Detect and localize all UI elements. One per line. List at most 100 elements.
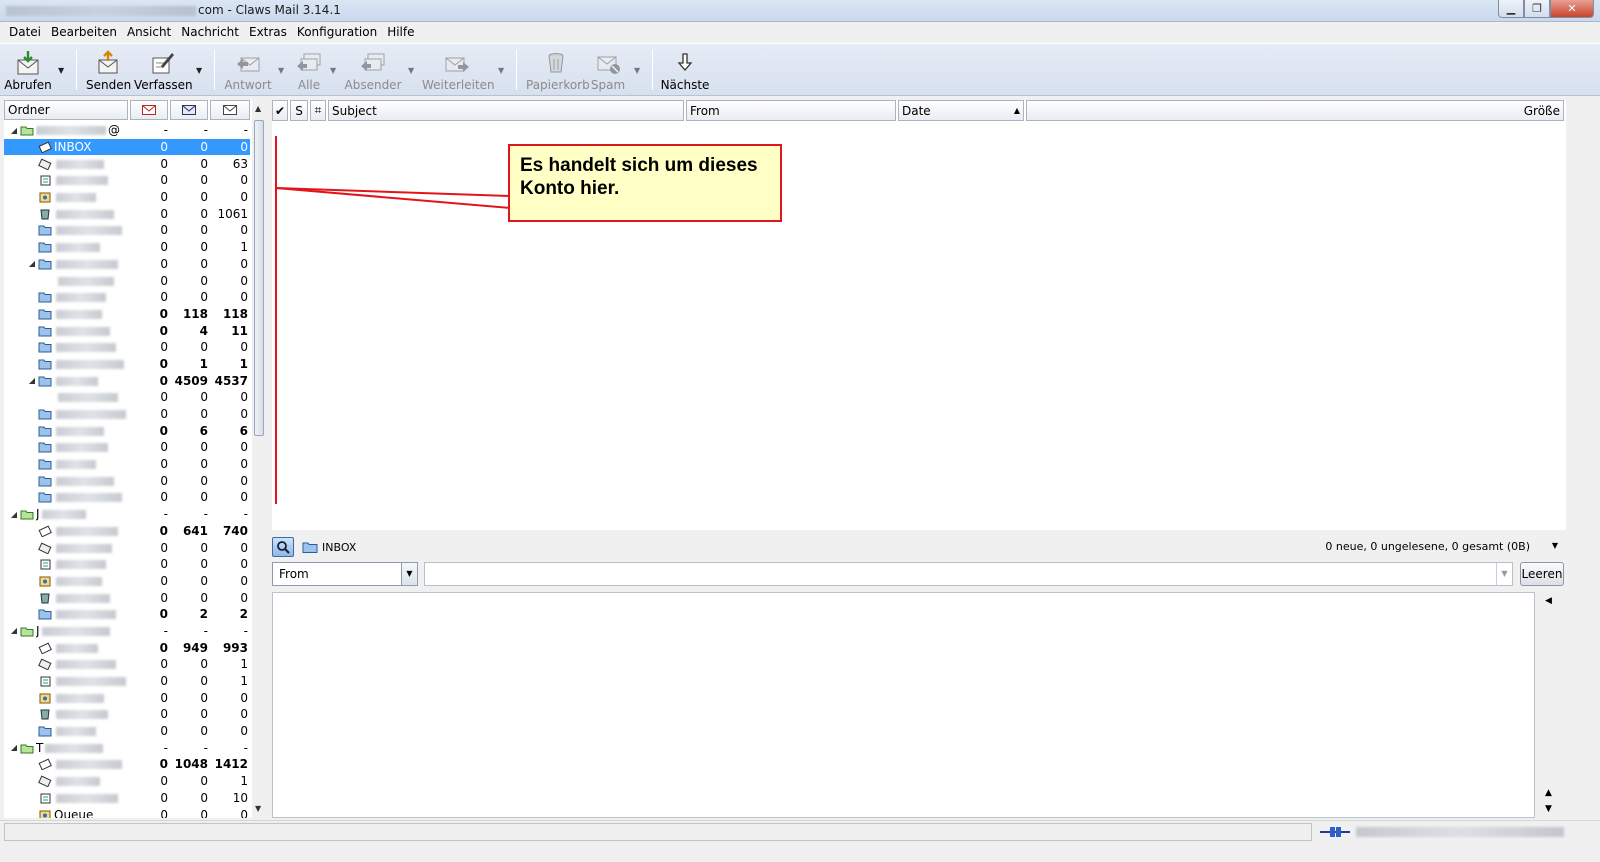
spam-button[interactable]: Spam bbox=[590, 48, 626, 94]
chevron-down-icon[interactable]: ▼ bbox=[401, 563, 417, 585]
message-view[interactable] bbox=[272, 592, 1535, 818]
alle-dropdown-icon[interactable]: ▼ bbox=[330, 66, 336, 75]
folder-row[interactable]: 0 2 2 bbox=[4, 606, 250, 623]
expander-triangle-icon[interactable]: ◢ bbox=[26, 259, 38, 268]
expander-triangle-icon[interactable]: ◢ bbox=[26, 376, 38, 385]
folder-scroll-thumb[interactable] bbox=[254, 120, 264, 436]
folder-header-unread[interactable] bbox=[170, 100, 208, 120]
folder-row[interactable]: Queue 0 0 0 bbox=[4, 806, 250, 818]
search-type-select[interactable]: From ▼ bbox=[272, 562, 418, 586]
close-button[interactable]: ✕ bbox=[1550, 0, 1594, 18]
abrufen-dropdown-icon[interactable]: ▼ bbox=[58, 66, 64, 75]
clear-button[interactable]: Leeren bbox=[1520, 562, 1564, 586]
papierkorb-button[interactable]: Papierkorb bbox=[526, 48, 590, 94]
folder-row[interactable]: 0 0 0 bbox=[4, 456, 250, 473]
folder-row[interactable]: 0 0 0 bbox=[4, 172, 250, 189]
folder-row[interactable]: 0 0 0 bbox=[4, 406, 250, 423]
absender-dropdown-icon[interactable]: ▼ bbox=[408, 66, 414, 75]
col-size[interactable]: Größe bbox=[1026, 100, 1564, 121]
folder-row[interactable]: 0 0 0 bbox=[4, 539, 250, 556]
menu-datei[interactable]: Datei bbox=[4, 25, 46, 39]
folder-scrollbar[interactable]: ▲ ▼ bbox=[252, 100, 266, 818]
verfassen-dropdown-icon[interactable]: ▼ bbox=[196, 66, 202, 75]
minimize-button[interactable]: ▁ bbox=[1498, 0, 1524, 18]
spam-dropdown-icon[interactable]: ▼ bbox=[634, 66, 640, 75]
menu-ansicht[interactable]: Ansicht bbox=[122, 25, 176, 39]
folder-row[interactable]: 0 1048 1412 bbox=[4, 756, 250, 773]
folder-row[interactable]: 0 0 0 bbox=[4, 706, 250, 723]
folder-row[interactable]: 0 6 6 bbox=[4, 422, 250, 439]
folder-row[interactable]: 0 0 0 bbox=[4, 189, 250, 206]
senden-button[interactable]: Senden bbox=[86, 48, 131, 94]
folder-row[interactable]: 0 0 0 bbox=[4, 573, 250, 590]
folder-row[interactable]: INBOX 0 0 0 bbox=[4, 138, 250, 156]
account-row[interactable]: ◢ J - - - bbox=[4, 506, 250, 523]
folder-tree[interactable]: Ordner ◢ @ - - - INBOX 0 0 0 0 0 63 0 0 0 0 0 0 0 0 1061 0 0 0 0… bbox=[4, 100, 266, 818]
chevron-down-icon[interactable]: ▼ bbox=[1552, 541, 1558, 550]
menu-hilfe[interactable]: Hilfe bbox=[382, 25, 419, 39]
antwort-dropdown-icon[interactable]: ▼ bbox=[278, 66, 284, 75]
menu-nachricht[interactable]: Nachricht bbox=[176, 25, 244, 39]
online-connection-icon[interactable] bbox=[1320, 825, 1350, 839]
folder-row[interactable]: 0 0 0 bbox=[4, 556, 250, 573]
alle-button[interactable]: Alle bbox=[292, 48, 326, 94]
expander-triangle-icon[interactable]: ◢ bbox=[8, 743, 20, 752]
folder-row[interactable]: ◢ 0 0 0 bbox=[4, 256, 250, 273]
col-status[interactable]: S bbox=[290, 100, 308, 121]
folder-row[interactable]: 0 0 0 bbox=[4, 339, 250, 356]
col-subject[interactable]: Subject bbox=[328, 100, 684, 121]
folder-header-new[interactable] bbox=[130, 100, 168, 120]
folder-row[interactable]: 0 0 0 bbox=[4, 589, 250, 606]
abrufen-button[interactable]: Abrufen bbox=[4, 48, 52, 94]
account-row[interactable]: ◢ @ - - - bbox=[4, 122, 250, 139]
folder-row[interactable]: 0 0 10 bbox=[4, 790, 250, 807]
account-row[interactable]: ◢ T - - - bbox=[4, 739, 250, 756]
verfassen-button[interactable]: Verfassen bbox=[134, 48, 193, 94]
folder-row[interactable]: 0 0 0 bbox=[4, 489, 250, 506]
folder-row[interactable]: 0 0 1 bbox=[4, 673, 250, 690]
folder-row[interactable]: 0 0 1 bbox=[4, 656, 250, 673]
message-view-scrollbar[interactable]: ◀ ▲ ▼ bbox=[1540, 592, 1558, 818]
folder-row[interactable]: 0 0 0 bbox=[4, 289, 250, 306]
menu-extras[interactable]: Extras bbox=[244, 25, 292, 39]
folder-row[interactable]: 0 0 1061 bbox=[4, 205, 250, 222]
collapse-arrow-icon[interactable]: ◀ bbox=[1545, 596, 1552, 606]
expander-triangle-icon[interactable]: ◢ bbox=[8, 510, 20, 519]
account-row[interactable]: ◢ J - - - bbox=[4, 623, 250, 640]
menu-konfiguration[interactable]: Konfiguration bbox=[292, 25, 382, 39]
antwort-button[interactable]: Antwort bbox=[222, 48, 274, 94]
folder-header-ordner[interactable]: Ordner bbox=[4, 100, 128, 120]
expander-triangle-icon[interactable]: ◢ bbox=[8, 126, 20, 135]
folder-row[interactable]: 0 0 0 bbox=[4, 222, 250, 239]
restore-button[interactable]: ❐ bbox=[1524, 0, 1550, 18]
menu-bearbeiten[interactable]: Bearbeiten bbox=[46, 25, 122, 39]
folder-row[interactable]: 0 0 0 bbox=[4, 723, 250, 740]
folder-row[interactable]: ◢ 0 4509 4537 bbox=[4, 372, 250, 389]
search-input[interactable]: ▼ bbox=[424, 562, 1513, 586]
col-mark[interactable]: ✔ bbox=[272, 100, 288, 121]
scroll-up-icon[interactable]: ▲ bbox=[1545, 788, 1552, 798]
folder-row[interactable]: 0 0 0 bbox=[4, 689, 250, 706]
col-from[interactable]: From bbox=[686, 100, 896, 121]
weiterleiten-dropdown-icon[interactable]: ▼ bbox=[498, 66, 504, 75]
folder-row[interactable]: 0 118 118 bbox=[4, 306, 250, 323]
expander-triangle-icon[interactable]: ◢ bbox=[8, 626, 20, 635]
folder-row[interactable]: 0 0 0 bbox=[4, 439, 250, 456]
folder-row[interactable]: 0 0 63 bbox=[4, 155, 250, 172]
weiterleiten-button[interactable]: Weiterleiten bbox=[422, 48, 495, 94]
search-history-dropdown-icon[interactable]: ▼ bbox=[1496, 563, 1512, 585]
absender-button[interactable]: Absender bbox=[344, 48, 402, 94]
naechste-button[interactable]: Nächste bbox=[660, 48, 710, 94]
folder-row[interactable]: 0 0 0 bbox=[4, 272, 250, 289]
folder-row[interactable]: 0 949 993 bbox=[4, 639, 250, 656]
folder-row[interactable]: 0 0 0 bbox=[4, 472, 250, 489]
quicksearch-toggle[interactable] bbox=[272, 537, 294, 557]
folder-row[interactable]: 0 641 740 bbox=[4, 523, 250, 540]
col-date[interactable]: Date ▲ bbox=[898, 100, 1024, 121]
scroll-down-icon[interactable]: ▼ bbox=[1545, 804, 1552, 814]
folder-row[interactable]: 0 1 1 bbox=[4, 356, 250, 373]
folder-row[interactable]: 0 0 1 bbox=[4, 773, 250, 790]
folder-row[interactable]: 0 0 1 bbox=[4, 239, 250, 256]
folder-row[interactable]: 0 0 0 bbox=[4, 389, 250, 406]
col-attachment[interactable]: ⌗ bbox=[310, 100, 326, 121]
